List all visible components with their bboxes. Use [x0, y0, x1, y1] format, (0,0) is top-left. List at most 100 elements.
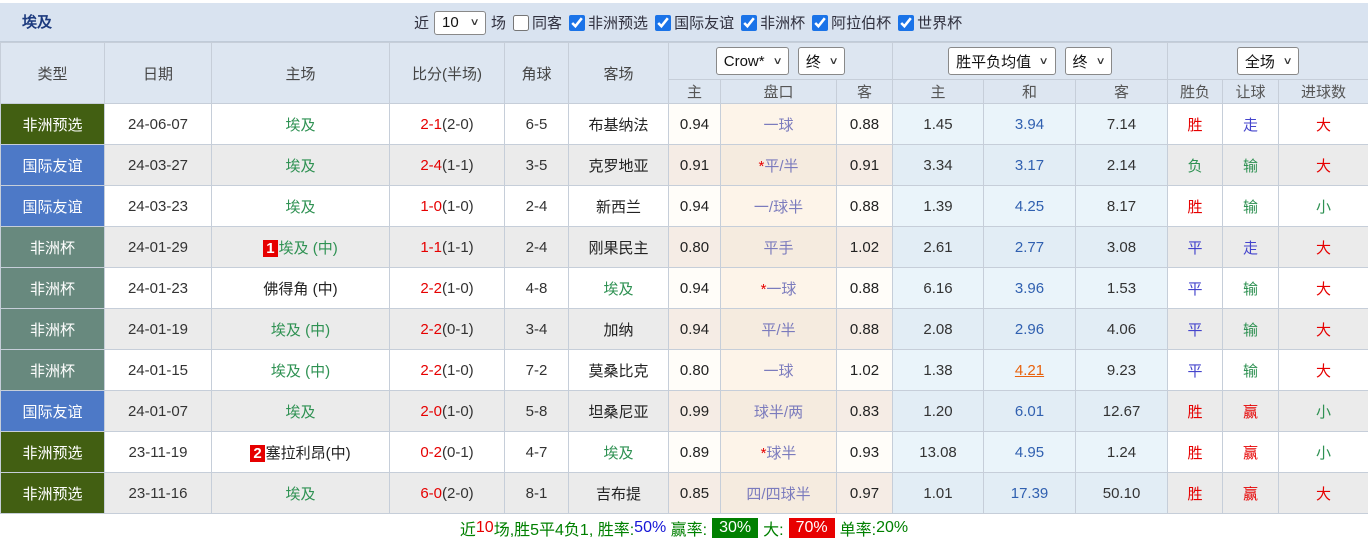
avg-time-select[interactable]: 终 ∨ — [1064, 47, 1112, 75]
avg-draw-value: 4.21 — [1014, 361, 1045, 379]
cell-away-team: 克罗地亚 — [568, 144, 669, 186]
cell-odds-away: 0.88 — [835, 185, 894, 227]
cell-type: 非洲杯 — [0, 349, 105, 391]
cell-handicap: *平/半 — [720, 144, 837, 186]
filter-controls: 近 10 ∨ 场 同客 非洲预选 国际友谊 非洲杯 阿拉伯杯 世界杯 — [414, 3, 962, 42]
cell-home-team: 1 埃及 (中) — [211, 226, 390, 268]
cell-goals-result: 大 — [1278, 103, 1368, 145]
fulltime-score: 1-0 — [420, 197, 442, 215]
avg-select[interactable]: 胜平负均值 ∨ — [948, 47, 1056, 75]
avg-draw-value: 2.96 — [1014, 320, 1045, 338]
cell-handicap: 一/球半 — [720, 185, 837, 227]
league-option-friendly[interactable]: 国际友谊 — [653, 12, 734, 33]
period-value: 全场 — [1244, 53, 1275, 71]
goals-result-value: 大 — [1316, 239, 1332, 257]
fulltime-score: 2-4 — [420, 156, 442, 174]
league-option-arab-cup[interactable]: 阿拉伯杯 — [810, 12, 891, 33]
away-team-name: 克罗地亚 — [588, 157, 649, 175]
cell-goals-result: 大 — [1278, 226, 1368, 268]
cell-date: 23-11-16 — [104, 472, 212, 514]
league-option-world-cup[interactable]: 世界杯 — [896, 12, 962, 33]
recent-label: 近 — [414, 15, 430, 32]
wdl-value: 平 — [1187, 321, 1203, 339]
cell-type: 非洲杯 — [0, 226, 105, 268]
same-away-checkbox[interactable] — [513, 14, 530, 31]
recent-count-select[interactable]: 10 ∨ — [434, 10, 487, 35]
cell-handicap-result: 输 — [1222, 144, 1280, 186]
away-team-name: 莫桑比克 — [588, 362, 649, 380]
league-checkbox-world-cup[interactable] — [898, 14, 915, 31]
cell-wdl-result: 负 — [1167, 144, 1224, 186]
cell-away-team: 坦桑尼亚 — [568, 390, 669, 432]
cell-handicap: *球半 — [720, 431, 837, 473]
rank-badge: 1 — [263, 239, 278, 257]
chevron-down-icon: ∨ — [1095, 55, 1106, 67]
cell-odds-away: 0.97 — [835, 472, 894, 514]
league-label: 非洲杯 — [760, 15, 806, 32]
summary-footer: 近 10 场,胜5平4负1, 胜率: 50% 赢率: 30% 大: 70% 单率: 20% — [0, 514, 1368, 542]
cell-type: 非洲杯 — [0, 308, 105, 350]
col-goals: 进球数 — [1278, 79, 1368, 104]
cell-avg-draw: 4.21 — [983, 349, 1077, 391]
handicap-result-value: 输 — [1243, 280, 1259, 298]
league-checkbox-africa-cup[interactable] — [741, 14, 758, 31]
handicap-value: 球半/两 — [753, 403, 804, 421]
cell-wdl-result: 平 — [1167, 349, 1224, 391]
league-checkbox-african-qualifiers[interactable] — [569, 14, 586, 31]
col-odds-home: 主 — [668, 79, 721, 104]
table-row: 非洲杯 24-01-15 埃及 (中) 2-2(1-0) 7-2 莫桑比克 0.… — [0, 349, 1368, 391]
goals-result-value: 小 — [1316, 444, 1332, 462]
league-checkbox-friendly[interactable] — [655, 14, 672, 31]
period-select[interactable]: 全场 ∨ — [1236, 47, 1300, 75]
handicap-value: 平/半 — [761, 321, 796, 339]
cell-avg-draw: 2.96 — [983, 308, 1077, 350]
same-away-option[interactable]: 同客 — [511, 12, 562, 33]
cell-date: 24-01-19 — [104, 308, 212, 350]
cell-away-team: 莫桑比克 — [568, 349, 669, 391]
cell-avg-home: 6.16 — [892, 267, 985, 309]
cell-odds-home: 0.85 — [668, 472, 721, 514]
cell-avg-home: 3.34 — [892, 144, 985, 186]
avg-draw-value: 3.96 — [1014, 279, 1045, 297]
cell-date: 24-01-23 — [104, 267, 212, 309]
col-avg-draw: 和 — [983, 79, 1077, 104]
goals-result-value: 小 — [1316, 198, 1332, 216]
home-team-name: 埃及 — [285, 157, 316, 175]
league-option-africa-cup[interactable]: 非洲杯 — [739, 12, 805, 33]
cell-avg-away: 2.14 — [1075, 144, 1169, 186]
type-badge: 国际友谊 — [22, 403, 83, 421]
league-checkbox-arab-cup[interactable] — [812, 14, 829, 31]
league-label: 世界杯 — [917, 15, 963, 32]
result-group-header: 全场 ∨ — [1167, 42, 1368, 80]
handicap-value: 四/四球半 — [746, 485, 811, 503]
footer-win-label: 赢率: — [666, 522, 708, 539]
footer-single-label: 单率: — [839, 522, 877, 539]
avg-draw-value: 4.25 — [1014, 197, 1045, 215]
cell-odds-home: 0.80 — [668, 349, 721, 391]
avg-draw-value: 3.17 — [1014, 156, 1045, 174]
cell-avg-away: 1.24 — [1075, 431, 1169, 473]
table-row: 国际友谊 24-01-07 埃及 2-0(1-0) 5-8 坦桑尼亚 0.99 … — [0, 390, 1368, 432]
league-option-african-qualifiers[interactable]: 非洲预选 — [567, 12, 648, 33]
bookmaker-select[interactable]: Crow* ∨ — [715, 47, 789, 75]
wdl-value: 胜 — [1187, 444, 1203, 462]
odds-time-select[interactable]: 终 ∨ — [797, 47, 846, 75]
cell-away-team: 加纳 — [568, 308, 669, 350]
match-history-panel: 埃及 近 10 ∨ 场 同客 非洲预选 国际友谊 非洲杯 阿拉伯杯 世界杯 类型… — [0, 0, 1368, 542]
cell-handicap: 平/半 — [720, 308, 837, 350]
cell-away-team: 吉布提 — [568, 472, 669, 514]
col-avg-home: 主 — [892, 79, 985, 104]
cell-home-team: 2 塞拉利昂(中) — [211, 431, 390, 473]
table-row: 非洲预选 23-11-16 埃及 6-0(2-0) 8-1 吉布提 0.85 四… — [0, 472, 1368, 514]
cell-wdl-result: 胜 — [1167, 390, 1224, 432]
cell-handicap-result: 赢 — [1222, 431, 1280, 473]
cell-odds-away: 0.88 — [835, 103, 894, 145]
cell-avg-draw: 3.17 — [983, 144, 1077, 186]
cell-avg-away: 4.06 — [1075, 308, 1169, 350]
cell-goals-result: 大 — [1278, 144, 1368, 186]
col-home: 主场 — [211, 42, 390, 104]
halftime-score: (1-0) — [442, 197, 474, 215]
type-badge: 非洲杯 — [29, 362, 75, 380]
cell-wdl-result: 胜 — [1167, 431, 1224, 473]
cell-home-team: 埃及 — [211, 390, 390, 432]
